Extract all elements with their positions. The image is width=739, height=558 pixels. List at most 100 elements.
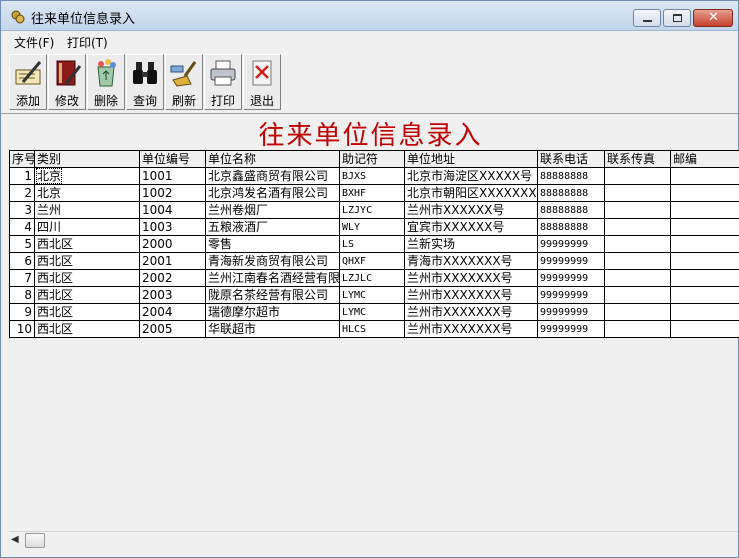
table-cell[interactable]: 2001 — [139, 252, 206, 270]
table-cell[interactable]: 3 — [9, 201, 35, 219]
table-cell[interactable]: 1003 — [139, 218, 206, 236]
table-cell[interactable] — [670, 201, 739, 219]
table-cell[interactable] — [670, 320, 739, 338]
table-cell[interactable]: 8 — [9, 286, 35, 304]
table-cell[interactable]: 99999999 — [537, 252, 605, 270]
table-cell[interactable]: 88888888 — [537, 201, 605, 219]
column-header[interactable]: 联系传真 — [604, 150, 671, 168]
table-cell[interactable]: 2 — [9, 184, 35, 202]
table-cell[interactable]: 88888888 — [537, 167, 605, 185]
table-cell[interactable]: 四川 — [34, 218, 140, 236]
table-cell[interactable]: 北京市海淀区XXXXX号 — [404, 167, 538, 185]
scrollbar-thumb[interactable] — [25, 533, 45, 548]
table-cell[interactable] — [604, 269, 671, 287]
menu-file[interactable]: 文件(F) — [14, 34, 54, 51]
table-cell[interactable] — [604, 303, 671, 321]
table-row[interactable]: 7 西北区 2002 兰州江南春名酒经营有限 LZJLC 兰州市XXXXXXX号 99999… — [9, 269, 739, 287]
table-cell[interactable]: LYMC — [339, 286, 405, 304]
table-cell[interactable]: 2002 — [139, 269, 206, 287]
table-cell[interactable]: 99999999 — [537, 286, 605, 304]
table-cell[interactable] — [670, 167, 739, 185]
column-header[interactable]: 邮编 — [670, 150, 739, 168]
table-cell[interactable] — [604, 167, 671, 185]
table-cell[interactable] — [604, 320, 671, 338]
table-cell[interactable] — [670, 252, 739, 270]
column-header[interactable]: 联系电话 — [537, 150, 605, 168]
table-cell[interactable]: 青海新发商贸有限公司 — [205, 252, 340, 270]
table-cell[interactable] — [670, 184, 739, 202]
table-cell[interactable]: 北京鸿发名酒有限公司 — [205, 184, 340, 202]
edit-button[interactable]: 修改 — [48, 54, 86, 110]
title-bar[interactable]: 往来单位信息录入 ✕ — [1, 1, 738, 31]
table-cell[interactable]: 青海市XXXXXXX号 — [404, 252, 538, 270]
table-cell[interactable] — [604, 201, 671, 219]
table-cell[interactable]: 兰州江南春名酒经营有限 — [205, 269, 340, 287]
delete-button[interactable]: 删除 — [87, 54, 125, 110]
table-cell[interactable]: 兰州卷烟厂 — [205, 201, 340, 219]
table-row[interactable]: 5 西北区 2000 零售 LS 兰新实场 99999999 — [9, 235, 739, 253]
column-header[interactable]: 类别 — [34, 150, 140, 168]
table-cell[interactable]: 88888888 — [537, 218, 605, 236]
close-button[interactable]: ✕ — [693, 9, 733, 27]
table-cell[interactable]: 1 — [9, 167, 35, 185]
table-cell[interactable]: 兰州市XXXXXXX号 — [404, 269, 538, 287]
search-button[interactable]: 查询 — [126, 54, 164, 110]
print-button[interactable]: 打印 — [204, 54, 242, 110]
table-cell[interactable]: 北京 — [34, 167, 140, 185]
table-cell[interactable]: LZJLC — [339, 269, 405, 287]
table-cell[interactable]: 2005 — [139, 320, 206, 338]
table-cell[interactable]: 7 — [9, 269, 35, 287]
table-cell[interactable]: 10 — [9, 320, 35, 338]
table-row[interactable]: 10 西北区 2005 华联超市 HLCS 兰州市XXXXXXX号 99999999 — [9, 320, 739, 338]
table-cell[interactable]: 4 — [9, 218, 35, 236]
table-cell[interactable]: 西北区 — [34, 286, 140, 304]
table-row[interactable]: 1 北京 1001 北京鑫盛商贸有限公司 BJXS 北京市海淀区XXXXX号 8888888… — [9, 167, 739, 185]
table-cell[interactable]: 1001 — [139, 167, 206, 185]
column-header[interactable]: 序号 — [9, 150, 35, 168]
table-row[interactable]: 2 北京 1002 北京鸿发名酒有限公司 BXHF 北京市朝阳区XXXXXXX号 88888… — [9, 184, 739, 202]
minimize-button[interactable] — [633, 9, 661, 27]
table-cell[interactable]: 西北区 — [34, 269, 140, 287]
table-cell[interactable]: BJXS — [339, 167, 405, 185]
table-cell[interactable]: WLY — [339, 218, 405, 236]
table-row[interactable]: 6 西北区 2001 青海新发商贸有限公司 QHXF 青海市XXXXXXX号 9999999… — [9, 252, 739, 270]
table-cell[interactable]: 1004 — [139, 201, 206, 219]
table-cell[interactable]: 88888888 — [537, 184, 605, 202]
table-cell[interactable]: 西北区 — [34, 303, 140, 321]
table-cell[interactable]: 西北区 — [34, 252, 140, 270]
table-cell[interactable] — [670, 235, 739, 253]
refresh-button[interactable]: 刷新 — [165, 54, 203, 110]
horizontal-scrollbar[interactable]: ◀ — [9, 531, 738, 548]
menu-print[interactable]: 打印(T) — [67, 34, 108, 51]
scroll-left-icon[interactable]: ◀ — [11, 534, 19, 545]
table-cell[interactable]: 零售 — [205, 235, 340, 253]
table-cell[interactable]: 北京鑫盛商贸有限公司 — [205, 167, 340, 185]
table-cell[interactable] — [670, 286, 739, 304]
table-cell[interactable]: 99999999 — [537, 269, 605, 287]
table-cell[interactable]: 2000 — [139, 235, 206, 253]
column-header[interactable]: 单位编号 — [139, 150, 206, 168]
table-cell[interactable]: LZJYC — [339, 201, 405, 219]
table-cell[interactable]: 宜宾市XXXXXX号 — [404, 218, 538, 236]
data-grid[interactable]: 序号 类别 单位编号 单位名称 助记符 单位地址 联系电话 联系传真 邮编 1北… — [9, 150, 739, 338]
table-cell[interactable]: 华联超市 — [205, 320, 340, 338]
table-cell[interactable] — [604, 252, 671, 270]
table-cell[interactable]: 五粮液酒厂 — [205, 218, 340, 236]
column-header[interactable]: 单位地址 — [404, 150, 538, 168]
table-cell[interactable]: 兰州市XXXXXX号 — [404, 201, 538, 219]
table-row[interactable]: 3 兰州 1004 兰州卷烟厂 LZJYC 兰州市XXXXXX号 88888888 — [9, 201, 739, 219]
table-cell[interactable]: 兰州市XXXXXXX号 — [404, 320, 538, 338]
table-cell[interactable]: 99999999 — [537, 320, 605, 338]
table-cell[interactable] — [604, 235, 671, 253]
table-cell[interactable] — [604, 218, 671, 236]
table-cell[interactable]: 兰新实场 — [404, 235, 538, 253]
table-cell[interactable]: 瑞德摩尔超市 — [205, 303, 340, 321]
table-cell[interactable]: 陇原名茶经营有限公司 — [205, 286, 340, 304]
table-cell[interactable] — [604, 184, 671, 202]
table-row[interactable]: 4 四川 1003 五粮液酒厂 WLY 宜宾市XXXXXX号 88888888 — [9, 218, 739, 236]
table-cell[interactable]: 兰州市XXXXXXX号 — [404, 286, 538, 304]
column-header[interactable]: 单位名称 — [205, 150, 340, 168]
table-cell[interactable] — [670, 269, 739, 287]
table-cell[interactable]: 2003 — [139, 286, 206, 304]
table-cell[interactable] — [670, 218, 739, 236]
